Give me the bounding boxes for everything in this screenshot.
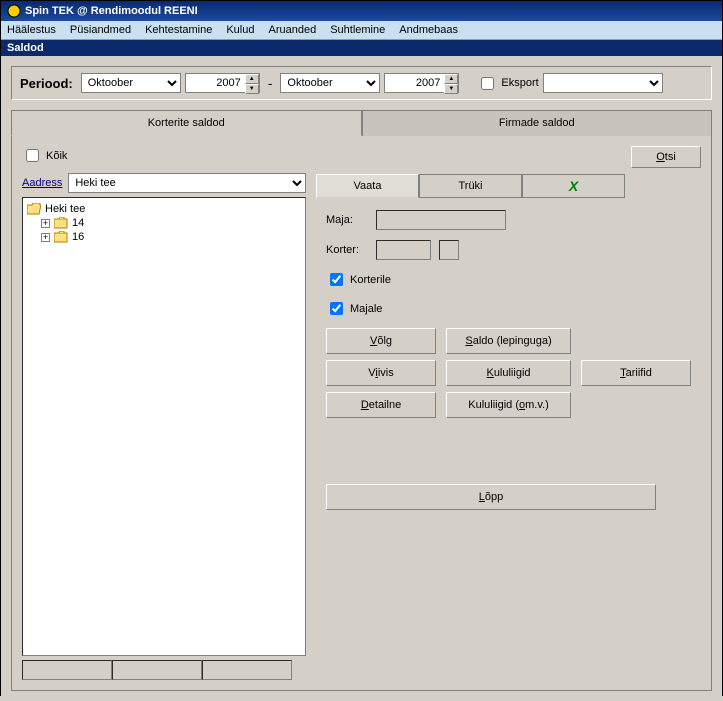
menu-aruanded[interactable]: Aruanded: [268, 24, 316, 36]
menu-bar: Häälestus Püsiandmed Kehtestamine Kulud …: [1, 21, 722, 40]
spin-down-icon[interactable]: ▼: [444, 84, 458, 94]
tree-root-label: Heki tee: [45, 203, 85, 215]
tree-root[interactable]: Heki tee: [27, 202, 301, 216]
koik-label: Kõik: [46, 150, 67, 162]
menu-haalestus[interactable]: Häälestus: [7, 24, 56, 36]
period-dash: -: [264, 75, 277, 91]
menu-andmebaas[interactable]: Andmebaas: [399, 24, 458, 36]
kululiigid-button[interactable]: Kululiigid: [446, 360, 571, 386]
to-month-select[interactable]: Oktoober: [280, 73, 380, 93]
folder-icon: [54, 217, 68, 229]
sub-title: Saldod: [1, 40, 722, 56]
folder-icon: [54, 231, 68, 243]
period-toolbar: Periood: Oktoober ▲▼ - Oktoober ▲▼ Ekspo…: [11, 66, 712, 100]
maja-label: Maja:: [326, 214, 368, 226]
korterile-checkbox[interactable]: [330, 273, 343, 286]
sub-tabs: Vaata Trüki X: [316, 174, 701, 198]
app-icon: [7, 4, 21, 18]
korter-label: Korter:: [326, 244, 368, 256]
from-year-spinner[interactable]: ▲▼: [185, 73, 260, 93]
main-panel: Kõik Aadress Heki tee Heki tee + 14 +: [11, 136, 712, 691]
kululiigid-omv-button[interactable]: Kululiigid (om.v.): [446, 392, 571, 418]
status-cell: [202, 660, 292, 680]
menu-suhtlemine[interactable]: Suhtlemine: [330, 24, 385, 36]
saldo-button[interactable]: Saldo (lepinguga): [446, 328, 571, 354]
tab-korterite[interactable]: Korterite saldod: [11, 110, 362, 136]
koik-checkbox-label[interactable]: Kõik: [22, 146, 306, 165]
window-title: Spin TEK @ Rendimoodul REENI: [25, 5, 198, 17]
excel-x-icon: X: [569, 178, 578, 194]
menu-pusiandmed[interactable]: Püsiandmed: [70, 24, 131, 36]
majale-label: Majale: [350, 303, 382, 315]
export-checkbox[interactable]: [481, 77, 494, 90]
subtab-vaata[interactable]: Vaata: [316, 174, 419, 198]
spin-up-icon[interactable]: ▲: [444, 74, 458, 84]
aadress-link[interactable]: Aadress: [22, 177, 62, 189]
korter-field: [376, 240, 431, 260]
menu-kulud[interactable]: Kulud: [226, 24, 254, 36]
menu-kehtestamine[interactable]: Kehtestamine: [145, 24, 212, 36]
tree-child[interactable]: + 14: [27, 216, 301, 230]
koik-checkbox[interactable]: [26, 149, 39, 162]
main-tabs: Korterite saldod Firmade saldod: [11, 110, 712, 136]
maja-field: [376, 210, 506, 230]
status-cell: [112, 660, 202, 680]
otsi-button[interactable]: Otsi: [631, 146, 701, 168]
to-year-spinner[interactable]: ▲▼: [384, 73, 459, 93]
status-bar: [22, 660, 306, 680]
viivis-button[interactable]: Viivis: [326, 360, 436, 386]
title-bar: Spin TEK @ Rendimoodul REENI: [1, 1, 722, 21]
status-cell: [22, 660, 112, 680]
korter-field2: [439, 240, 459, 260]
period-label: Periood:: [20, 76, 73, 91]
tariifid-button[interactable]: Tariifid: [581, 360, 691, 386]
export-select[interactable]: [543, 73, 663, 93]
majale-checkbox[interactable]: [330, 302, 343, 315]
aadress-select[interactable]: Heki tee: [68, 173, 306, 193]
expand-icon[interactable]: +: [41, 233, 50, 242]
expand-icon[interactable]: +: [41, 219, 50, 228]
subtab-truki[interactable]: Trüki: [419, 174, 522, 198]
volg-button[interactable]: Võlg: [326, 328, 436, 354]
lopp-button[interactable]: Lõpp: [326, 484, 656, 510]
form-area: Maja: Korter: Korterile: [316, 198, 701, 510]
korterile-label: Korterile: [350, 274, 391, 286]
to-year-input[interactable]: [384, 73, 444, 93]
korterile-checkbox-label[interactable]: Korterile: [326, 270, 391, 289]
address-tree[interactable]: Heki tee + 14 + 16: [22, 197, 306, 656]
subtab-excel[interactable]: X: [522, 174, 625, 198]
export-checkbox-label[interactable]: Eksport: [477, 74, 538, 93]
folder-open-icon: [27, 203, 41, 215]
export-label: Eksport: [501, 77, 538, 89]
from-year-input[interactable]: [185, 73, 245, 93]
right-column: Otsi Vaata Trüki X Maja: Korter:: [316, 146, 701, 680]
detailne-button[interactable]: Detailne: [326, 392, 436, 418]
tree-child-label: 14: [72, 217, 84, 229]
majale-checkbox-label[interactable]: Majale: [326, 299, 382, 318]
tree-child-label: 16: [72, 231, 84, 243]
left-column: Kõik Aadress Heki tee Heki tee + 14 +: [22, 146, 306, 680]
spin-down-icon[interactable]: ▼: [245, 84, 259, 94]
tab-firmade[interactable]: Firmade saldod: [362, 110, 713, 136]
from-month-select[interactable]: Oktoober: [81, 73, 181, 93]
button-grid: Võlg Saldo (lepinguga) Viivis Kululiigid…: [326, 328, 691, 418]
tree-child[interactable]: + 16: [27, 230, 301, 244]
spin-up-icon[interactable]: ▲: [245, 74, 259, 84]
